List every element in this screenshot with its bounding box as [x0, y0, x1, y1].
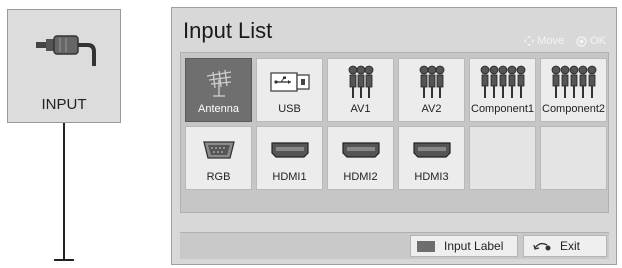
usb-icon — [269, 72, 310, 92]
move-hint: Move — [537, 35, 565, 47]
av-connector-icon — [348, 65, 373, 98]
input-label-button[interactable]: Input Label — [410, 235, 518, 257]
exit-button[interactable]: Exit — [523, 235, 607, 257]
tile-component1[interactable]: Component1 — [469, 58, 536, 122]
input-button-label: INPUT — [41, 96, 87, 113]
component-connector-icon — [480, 65, 525, 98]
input-plug-icon — [36, 35, 96, 66]
input-row-1: Antenna USB AV1 AV2 Component1 Component… — [185, 58, 607, 122]
input-label-text: Input Label — [444, 239, 504, 253]
input-grid: Antenna USB AV1 AV2 Component1 Component… — [180, 52, 609, 213]
tile-usb[interactable]: USB — [256, 58, 323, 122]
hdmi-port-icon — [270, 142, 309, 158]
tile-hdmi3[interactable]: HDMI3 — [398, 126, 465, 190]
tile-rgb[interactable]: RGB — [185, 126, 252, 190]
hdmi-port-icon — [412, 142, 451, 158]
component-connector-icon — [551, 65, 596, 98]
connector-line-end — [54, 259, 74, 261]
tile-hdmi1[interactable]: HDMI1 — [256, 126, 323, 190]
tile-antenna[interactable]: Antenna — [185, 58, 252, 122]
tile-label: HDMI1 — [272, 171, 307, 183]
av-connector-icon — [419, 65, 444, 98]
exit-text: Exit — [560, 239, 581, 253]
tile-component2[interactable]: Component2 — [540, 58, 607, 122]
input-button-card: INPUT — [7, 9, 121, 123]
ok-button-icon — [576, 35, 587, 47]
gray-key-icon — [417, 240, 435, 252]
tile-label: AV1 — [350, 103, 371, 115]
ok-hint: OK — [590, 35, 606, 47]
tile-label: AV2 — [421, 103, 442, 115]
tile-empty — [540, 126, 607, 190]
connector-line — [63, 123, 65, 261]
tile-label: USB — [278, 103, 301, 115]
input-list-panel: Input List Move OK Antenna USB AV1 AV2 C… — [171, 7, 617, 265]
move-arrows-icon — [524, 36, 535, 46]
tile-label: HDMI3 — [414, 171, 449, 183]
hdmi-port-icon — [341, 142, 380, 158]
tile-label: Component2 — [542, 103, 605, 115]
tile-label: Component1 — [471, 103, 534, 115]
tile-hdmi2[interactable]: HDMI2 — [327, 126, 394, 190]
bottom-bar: Input Label Exit — [180, 232, 609, 259]
back-arrow-icon — [533, 242, 551, 251]
tile-av1[interactable]: AV1 — [327, 58, 394, 122]
tile-label: Antenna — [198, 103, 239, 115]
antenna-icon — [206, 69, 231, 97]
input-row-2: RGB HDMI1 HDMI2 HDMI3 — [185, 126, 607, 190]
tile-label: RGB — [206, 171, 231, 183]
rgb-port-icon — [202, 141, 235, 159]
panel-title: Input List — [183, 18, 273, 43]
tile-empty — [469, 126, 536, 190]
hints: Move OK — [524, 35, 606, 47]
tile-label: HDMI2 — [343, 171, 378, 183]
tile-av2[interactable]: AV2 — [398, 58, 465, 122]
